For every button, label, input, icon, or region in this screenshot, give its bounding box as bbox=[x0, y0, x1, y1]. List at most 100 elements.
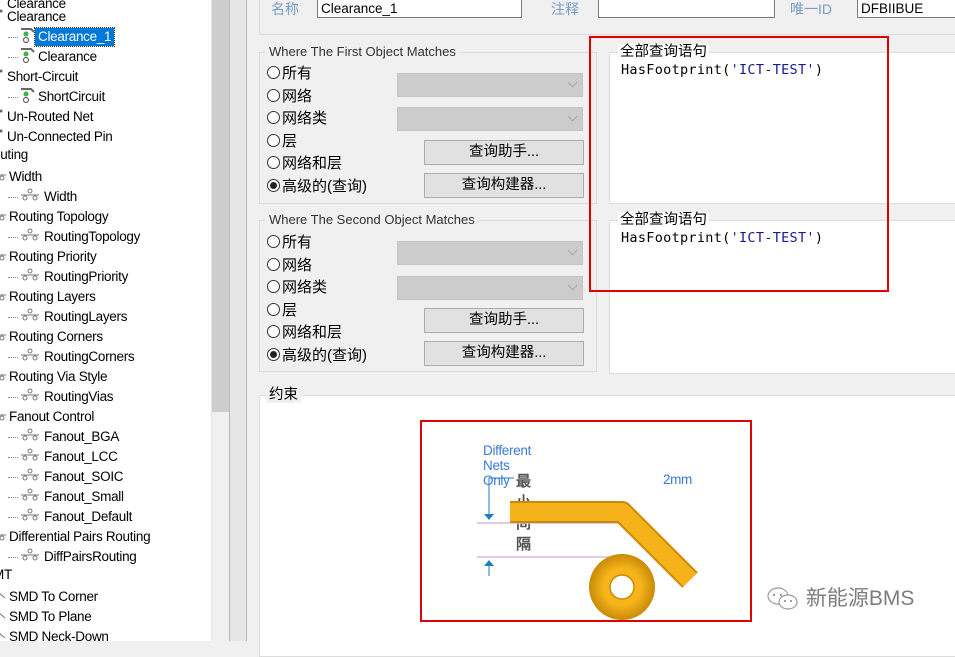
comment-input[interactable] bbox=[598, 0, 775, 18]
tree-item[interactable]: RoutingLayers bbox=[8, 305, 130, 325]
tree-connector bbox=[8, 476, 18, 478]
tree-item[interactable]: Fanout_Default bbox=[8, 505, 135, 525]
second-match-radio-option[interactable]: 网络类 bbox=[267, 277, 327, 299]
tree-connector bbox=[8, 316, 18, 318]
tree-item[interactable]: Fanout_Small bbox=[8, 485, 127, 505]
tree-item-label: Routing Topology bbox=[9, 208, 109, 224]
tree-item-label: SMD To Corner bbox=[9, 588, 98, 604]
tree-item[interactable]: RoutingVias bbox=[8, 385, 116, 405]
query-close-paren: ) bbox=[814, 230, 824, 246]
tree-item[interactable]: Fanout_SOIC bbox=[8, 465, 126, 485]
second-netclass-combo[interactable] bbox=[397, 276, 583, 300]
tree-item[interactable]: Width bbox=[8, 185, 80, 205]
tree-item[interactable]: SMD To Plane bbox=[0, 605, 94, 625]
rule-editor-panel: 名称 Clearance_1 注释 唯一ID DFBIIBUE Where Th… bbox=[247, 0, 955, 657]
first-match-radio-option[interactable]: 所有 bbox=[267, 63, 312, 85]
query-close-paren: ) bbox=[814, 62, 824, 78]
tree-item[interactable]: SMD To Corner bbox=[0, 585, 101, 605]
tree-item-label: SMD To Plane bbox=[9, 608, 92, 624]
panel-splitter[interactable] bbox=[229, 0, 247, 641]
tree-item-label: Fanout_BGA bbox=[44, 428, 120, 444]
first-net-combo[interactable] bbox=[397, 73, 583, 97]
first-match-radio-option[interactable]: 高级的(查询) bbox=[267, 176, 367, 198]
tree-item-label: Short-Circuit bbox=[7, 68, 79, 84]
tree-item[interactable]: Clearance_1 bbox=[8, 25, 116, 47]
tree-item[interactable]: Routing Priority bbox=[0, 245, 100, 265]
second-query-helper-button[interactable]: 查询助手... bbox=[424, 308, 584, 333]
tree-item[interactable]: Fanout_LCC bbox=[8, 445, 121, 465]
tree-item[interactable]: Routing Topology bbox=[0, 205, 111, 225]
second-query-builder-button[interactable]: 查询构建器... bbox=[424, 341, 584, 366]
dimension-arrow-up-icon bbox=[484, 560, 494, 566]
first-match-radio-option[interactable]: 网络和层 bbox=[267, 153, 342, 175]
radio-circle-icon bbox=[267, 302, 280, 316]
name-label: 名称 bbox=[271, 1, 299, 17]
radio-label: 网络类 bbox=[282, 110, 328, 127]
tree-connector bbox=[8, 556, 18, 558]
unique-id-label: 唯一ID bbox=[790, 1, 832, 17]
second-match-radio-option[interactable]: 高级的(查询) bbox=[267, 345, 367, 367]
first-netclass-combo[interactable] bbox=[397, 107, 583, 131]
tree-item[interactable]: Clearance bbox=[0, 5, 69, 25]
tree-scrollbar-thumb[interactable] bbox=[212, 0, 230, 412]
tree-item[interactable]: RoutingPriority bbox=[8, 265, 131, 285]
tree-scrollbar[interactable] bbox=[211, 0, 230, 641]
rule-tree[interactable]: Clearance Clearance Clearance_1 Clearance S… bbox=[0, 0, 211, 641]
tree-item[interactable]: DiffPairsRouting bbox=[8, 545, 140, 565]
query-argument: 'ICT-TEST' bbox=[730, 62, 815, 78]
radio-label: 高级的(查询) bbox=[282, 177, 367, 195]
first-query-helper-button[interactable]: 查询助手... bbox=[424, 140, 584, 165]
tree-connector bbox=[8, 196, 18, 198]
second-match-radio-option[interactable]: 所有 bbox=[267, 232, 312, 254]
second-match-radio-option[interactable]: 网络 bbox=[267, 255, 312, 277]
second-match-radio-option[interactable]: 层 bbox=[267, 300, 297, 322]
tree-item[interactable]: Routing Corners bbox=[0, 325, 106, 345]
tree-item[interactable]: Fanout_BGA bbox=[8, 425, 122, 445]
tree-item-label: ShortCircuit bbox=[38, 88, 105, 104]
tree-item[interactable]: Fanout Control bbox=[0, 405, 97, 425]
radio-label: 层 bbox=[282, 301, 298, 319]
radio-label: 网络类 bbox=[282, 279, 328, 296]
radio-circle-icon bbox=[267, 347, 280, 361]
tree-item[interactable]: MT bbox=[0, 565, 15, 585]
first-full-query-title: 全部查询语句 bbox=[618, 44, 709, 60]
chevron-down-icon bbox=[567, 77, 578, 88]
tree-item[interactable]: Differential Pairs Routing bbox=[0, 525, 153, 545]
chevron-down-icon bbox=[567, 111, 578, 122]
routing-category-icon bbox=[0, 325, 6, 349]
tree-item[interactable]: RoutingTopology bbox=[8, 225, 143, 245]
second-full-query-panel: 全部查询语句 HasFootprint('ICT-TEST') bbox=[609, 212, 955, 374]
tree-item-label: Clearance bbox=[38, 48, 97, 64]
second-net-combo[interactable] bbox=[397, 241, 583, 265]
first-query-builder-button[interactable]: 查询构建器... bbox=[424, 173, 584, 198]
unique-id-input[interactable]: DFBIIBUE bbox=[857, 0, 955, 18]
tree-connector bbox=[8, 436, 18, 438]
rule-name-input[interactable]: Clearance_1 bbox=[317, 0, 522, 18]
chevron-down-icon bbox=[567, 280, 578, 291]
tree-item[interactable]: Routing Layers bbox=[0, 285, 99, 305]
first-match-radio-option[interactable]: 网络 bbox=[267, 86, 312, 108]
tree-item[interactable]: Clearance bbox=[8, 45, 100, 65]
first-query-text[interactable]: HasFootprint('ICT-TEST') bbox=[621, 62, 823, 78]
tree-item[interactable]: Un-Routed Net bbox=[0, 105, 96, 125]
tree-item[interactable]: Un-Connected Pin bbox=[0, 125, 116, 145]
tree-item[interactable]: outing bbox=[0, 145, 31, 165]
first-match-radio-option[interactable]: 层 bbox=[267, 131, 297, 153]
first-match-radio-option[interactable]: 网络类 bbox=[267, 108, 327, 130]
radio-label: 网络和层 bbox=[282, 155, 343, 172]
tree-item[interactable]: SMD Neck-Down bbox=[0, 625, 112, 641]
tree-item[interactable]: Routing Via Style bbox=[0, 365, 110, 385]
routing-category-icon bbox=[0, 525, 6, 549]
tree-item[interactable]: ShortCircuit bbox=[8, 85, 108, 105]
second-query-text[interactable]: HasFootprint('ICT-TEST') bbox=[621, 230, 823, 246]
radio-label: 网络和层 bbox=[282, 324, 343, 341]
wechat-icon bbox=[767, 587, 798, 611]
tree-connector bbox=[8, 356, 18, 358]
tree-item[interactable]: Width bbox=[0, 165, 45, 185]
tree-item[interactable]: RoutingCorners bbox=[8, 345, 137, 365]
tree-item-label: Routing Corners bbox=[9, 328, 103, 344]
tree-item[interactable]: Short-Circuit bbox=[0, 65, 81, 85]
tree-item-label: DiffPairsRouting bbox=[44, 548, 137, 564]
second-match-radio-option[interactable]: 网络和层 bbox=[267, 322, 342, 344]
tree-item-label: Fanout Control bbox=[9, 408, 95, 424]
